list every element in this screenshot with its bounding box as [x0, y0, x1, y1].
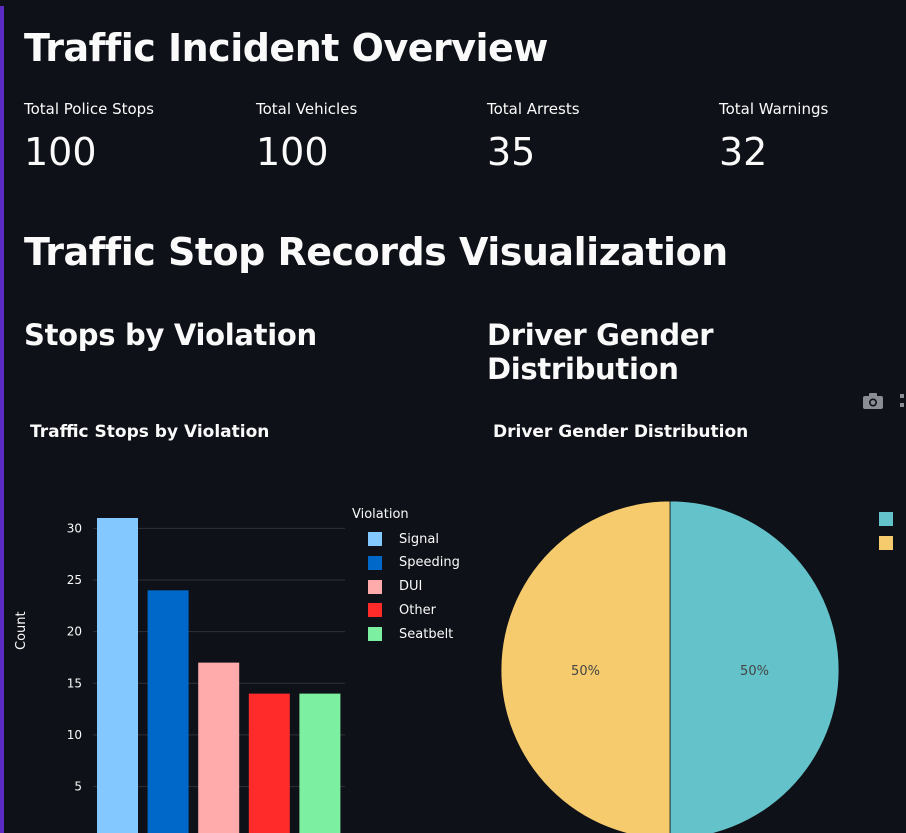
pie-legend-swatch[interactable]	[879, 536, 893, 550]
bar-legend-title: Violation	[352, 507, 409, 522]
driver-gender-heading: Driver Gender Distribution	[487, 318, 714, 386]
legend-label: DUI	[399, 579, 423, 595]
legend-swatch	[368, 603, 382, 618]
pie-chart-title: Driver Gender Distribution	[493, 422, 749, 442]
pie-legend-swatch[interactable]	[879, 512, 893, 526]
stops-by-violation-heading: Stops by Violation	[24, 318, 317, 352]
app-frame: Traffic Incident Overview Total Police S…	[0, 0, 906, 833]
legend-swatch	[368, 579, 382, 594]
legend-item-other[interactable]: Other	[368, 601, 436, 619]
legend-swatch	[368, 532, 382, 546]
legend-item-dui[interactable]: DUI	[368, 578, 422, 596]
legend-item-seatbelt[interactable]: Seatbelt	[368, 625, 453, 643]
metric-label: Total Police Stops	[24, 100, 154, 118]
legend-swatch	[368, 555, 382, 570]
bar-seatbelt	[299, 693, 341, 833]
legend-label: Seatbelt	[399, 626, 454, 642]
page-title: Traffic Incident Overview	[24, 26, 548, 70]
metric-value: 32	[719, 130, 768, 174]
legend-label: Signal	[399, 531, 439, 547]
y-tick-label: 25	[67, 573, 82, 587]
y-tick-label: 20	[67, 625, 82, 639]
legend-label: Other	[399, 602, 436, 618]
bar-speeding	[147, 590, 189, 833]
camera-icon[interactable]	[862, 392, 884, 414]
metric-value: 100	[256, 130, 329, 174]
metric-label: Total Vehicles	[256, 100, 358, 118]
legend-label: Speeding	[399, 555, 460, 571]
top-edge	[0, 0, 906, 6]
more-icon[interactable]	[900, 392, 906, 414]
legend-item-signal[interactable]: Signal	[368, 530, 439, 548]
section-title: Traffic Stop Records Visualization	[24, 230, 728, 274]
pie-slice-label: 50%	[740, 664, 769, 679]
legend-item-speeding[interactable]: Speeding	[368, 554, 460, 572]
metric-label: Total Arrests	[487, 100, 580, 118]
pie-chart: 50% 50%	[500, 500, 840, 833]
metric-total-arrests: Total Arrests 35	[487, 100, 580, 174]
y-tick-label: 30	[67, 521, 82, 535]
metric-total-police-stops: Total Police Stops 100	[24, 100, 154, 174]
y-tick-label: 5	[74, 780, 82, 794]
legend-swatch	[368, 627, 382, 642]
y-tick-label: 15	[67, 676, 82, 690]
y-tick-label: 10	[67, 728, 82, 742]
bar-other	[248, 693, 290, 833]
bar-dui	[198, 662, 240, 833]
bar-signal	[97, 518, 138, 833]
metric-value: 100	[24, 130, 97, 174]
metric-total-warnings: Total Warnings 32	[719, 100, 828, 174]
bar-chart: 5 10 15 20 25 30	[67, 518, 345, 833]
pie-slice-label: 50%	[571, 664, 600, 679]
metric-total-vehicles: Total Vehicles 100	[256, 100, 357, 174]
bar-chart-title: Traffic Stops by Violation	[30, 422, 270, 442]
bar-chart-ylabel: Count	[14, 611, 29, 650]
metric-value: 35	[487, 130, 536, 174]
metric-label: Total Warnings	[719, 100, 829, 118]
